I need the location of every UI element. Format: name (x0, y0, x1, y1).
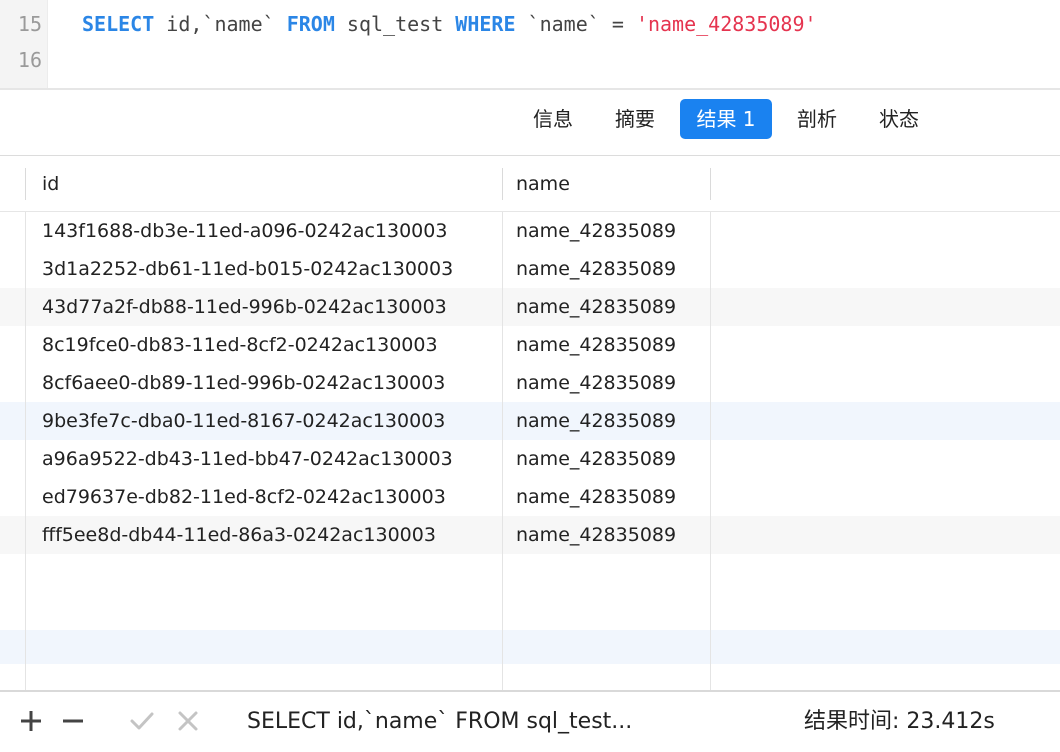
line-number-gutter: 15 16 (0, 0, 48, 88)
table-row[interactable]: 143f1688-db3e-11ed-a096-0242ac130003 nam… (0, 212, 1060, 250)
minus-icon[interactable] (58, 706, 88, 736)
column-header-name[interactable]: name (516, 156, 570, 212)
row-header-divider (25, 212, 26, 690)
empty-row (0, 592, 1060, 630)
table-row[interactable]: 43d77a2f-db88-11ed-996b-0242ac130003 nam… (0, 288, 1060, 326)
cell-id[interactable]: 143f1688-db3e-11ed-a096-0242ac130003 (42, 212, 494, 250)
grid-header: id name (0, 156, 1060, 212)
cell-name[interactable]: name_42835089 (516, 326, 706, 364)
cell-name[interactable]: name_42835089 (516, 516, 706, 554)
cell-name[interactable]: name_42835089 (516, 250, 706, 288)
cell-name[interactable]: name_42835089 (516, 402, 706, 440)
cell-name[interactable]: name_42835089 (516, 288, 706, 326)
sql-string-literal: 'name_42835089' (635, 12, 817, 36)
tab-status[interactable]: 状态 (864, 99, 934, 139)
cell-id[interactable]: 8c19fce0-db83-11ed-8cf2-0242ac130003 (42, 326, 494, 364)
table-row[interactable]: 9be3fe7c-dba0-11ed-8167-0242ac130003 nam… (0, 402, 1060, 440)
table-row[interactable]: a96a9522-db43-11ed-bb47-0242ac130003 nam… (0, 440, 1060, 478)
row-header-divider (25, 168, 26, 200)
check-icon[interactable] (127, 706, 157, 736)
table-row[interactable]: 3d1a2252-db61-11ed-b015-0242ac130003 nam… (0, 250, 1060, 288)
line-number: 16 (17, 48, 42, 72)
tab-result-1[interactable]: 结果 1 (680, 99, 772, 139)
table-row[interactable]: 8c19fce0-db83-11ed-8cf2-0242ac130003 nam… (0, 326, 1060, 364)
sql-condition: `name` = (515, 12, 636, 36)
result-tabbar: 信息 摘要 结果 1 剖析 状态 (0, 90, 1060, 156)
sql-editor[interactable]: 15 16 SELECT id,`name` FROM sql_test WHE… (0, 0, 1060, 88)
column-resize-handle[interactable] (710, 168, 711, 200)
result-grid: id name 143f1688-db3e-11ed-a096-0242ac13… (0, 156, 1060, 690)
sql-columns: id,`name` (154, 12, 287, 36)
table-row[interactable]: 8cf6aee0-db89-11ed-996b-0242ac130003 nam… (0, 364, 1060, 402)
empty-row (0, 554, 1060, 592)
tab-info[interactable]: 信息 (518, 99, 588, 139)
tab-profile[interactable]: 剖析 (782, 99, 852, 139)
sql-table: sql_test (334, 12, 456, 36)
cell-id[interactable]: 3d1a2252-db61-11ed-b015-0242ac130003 (42, 250, 494, 288)
empty-row (0, 630, 1060, 664)
column-header-id[interactable]: id (42, 156, 59, 212)
tab-summary[interactable]: 摘要 (600, 99, 670, 139)
executed-query-label: SELECT id,`name` FROM sql_test... (247, 709, 633, 734)
app-window: 15 16 SELECT id,`name` FROM sql_test WHE… (0, 0, 1060, 752)
cell-id[interactable]: ed79637e-db82-11ed-8cf2-0242ac130003 (42, 478, 494, 516)
cell-id[interactable]: a96a9522-db43-11ed-bb47-0242ac130003 (42, 440, 494, 478)
table-row[interactable]: ed79637e-db82-11ed-8cf2-0242ac130003 nam… (0, 478, 1060, 516)
grid-rows: 143f1688-db3e-11ed-a096-0242ac130003 nam… (0, 212, 1060, 690)
sql-keyword-from: FROM (286, 12, 335, 36)
result-time-label: 结果时间: 23.412s (804, 709, 995, 734)
sql-keyword-select: SELECT (82, 12, 155, 36)
table-row[interactable]: fff5ee8d-db44-11ed-86a3-0242ac130003 nam… (0, 516, 1060, 554)
sql-keyword-where: WHERE (455, 12, 516, 36)
cell-id[interactable]: 8cf6aee0-db89-11ed-996b-0242ac130003 (42, 364, 494, 402)
cell-id[interactable]: 9be3fe7c-dba0-11ed-8167-0242ac130003 (42, 402, 494, 440)
column-divider (502, 212, 503, 690)
cell-name[interactable]: name_42835089 (516, 364, 706, 402)
code-line[interactable]: SELECT id,`name` FROM sql_test WHERE `na… (82, 10, 817, 38)
cell-id[interactable]: 43d77a2f-db88-11ed-996b-0242ac130003 (42, 288, 494, 326)
cell-name[interactable]: name_42835089 (516, 440, 706, 478)
close-icon[interactable] (173, 706, 203, 736)
line-number: 15 (17, 12, 42, 36)
cell-id[interactable]: fff5ee8d-db44-11ed-86a3-0242ac130003 (42, 516, 494, 554)
bottom-toolbar: SELECT id,`name` FROM sql_test... 结果时间: … (0, 690, 1060, 752)
column-divider (710, 212, 711, 690)
plus-icon[interactable] (16, 706, 46, 736)
cell-name[interactable]: name_42835089 (516, 478, 706, 516)
cell-name[interactable]: name_42835089 (516, 212, 706, 250)
column-resize-handle[interactable] (502, 168, 503, 200)
